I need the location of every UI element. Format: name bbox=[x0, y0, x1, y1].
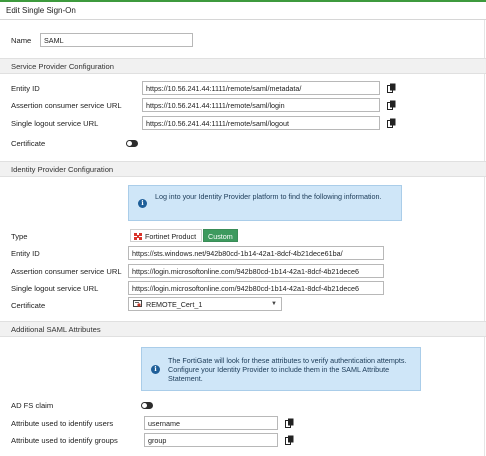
idp-slo-url-field[interactable]: https://login.microsoftonline.com/942b80… bbox=[128, 281, 384, 295]
groups-attr-copy-button[interactable] bbox=[282, 433, 296, 447]
sp-acs-url-field[interactable]: https://10.56.241.44:1111/remote/saml/lo… bbox=[142, 98, 380, 112]
sp-entity-id-label: Entity ID bbox=[11, 84, 40, 93]
type-option-fortinet[interactable]: Fortinet Product bbox=[130, 229, 202, 242]
idp-certificate-select[interactable]: REMOTE_Cert_1 ▼ bbox=[128, 297, 282, 311]
sp-certificate-label: Certificate bbox=[11, 139, 46, 148]
idp-certificate-label: Certificate bbox=[11, 301, 46, 310]
sp-slo-url-copy-button[interactable] bbox=[384, 116, 398, 130]
adfs-claim-label: AD FS claim bbox=[11, 401, 54, 410]
copy-icon bbox=[284, 418, 293, 428]
fortinet-logo-icon bbox=[134, 233, 142, 240]
info-icon: i bbox=[151, 365, 160, 374]
copy-icon bbox=[386, 83, 395, 93]
name-label: Name bbox=[11, 36, 32, 45]
right-divider bbox=[484, 20, 485, 456]
idp-entity-id-label: Entity ID bbox=[11, 249, 40, 258]
sp-section-header: Service Provider Configuration bbox=[0, 58, 486, 74]
idp-acs-url-label: Assertion consumer service URL bbox=[11, 267, 122, 276]
copy-icon bbox=[386, 100, 395, 110]
groups-attr-field[interactable]: group bbox=[144, 433, 278, 447]
idp-slo-url-label: Single logout service URL bbox=[11, 284, 99, 293]
sp-certificate-toggle[interactable] bbox=[126, 140, 138, 147]
users-attr-field[interactable]: username bbox=[144, 416, 278, 430]
sp-entity-id-field[interactable]: https://10.56.241.44:1111/remote/saml/me… bbox=[142, 81, 380, 95]
attrs-section-header: Additional SAML Attributes bbox=[0, 321, 486, 337]
users-attr-label: Attribute used to identify users bbox=[11, 419, 114, 428]
sp-acs-url-label: Assertion consumer service URL bbox=[11, 101, 122, 110]
certificate-icon bbox=[133, 300, 142, 307]
chevron-down-icon: ▼ bbox=[271, 301, 277, 307]
idp-certificate-value: REMOTE_Cert_1 bbox=[146, 299, 203, 309]
idp-section-header: Identity Provider Configuration bbox=[0, 161, 486, 177]
adfs-claim-toggle[interactable] bbox=[141, 402, 153, 409]
sp-slo-url-label: Single logout service URL bbox=[11, 119, 99, 128]
attrs-info-box: i The FortiGate will look for these attr… bbox=[141, 347, 421, 391]
attrs-info-text: The FortiGate will look for these attrib… bbox=[168, 356, 407, 383]
idp-type-label: Type bbox=[11, 232, 28, 241]
idp-entity-id-field[interactable]: https://sts.windows.net/942b80cd-1b14-42… bbox=[128, 246, 384, 260]
name-input[interactable]: SAML bbox=[40, 33, 193, 47]
idp-acs-url-field[interactable]: https://login.microsoftonline.com/942b80… bbox=[128, 264, 384, 278]
idp-info-text: Log into your Identity Provider platform… bbox=[155, 192, 382, 201]
groups-attr-label: Attribute used to identify groups bbox=[11, 436, 118, 445]
dialog-title: Edit Single Sign-On bbox=[0, 2, 486, 20]
sp-acs-url-copy-button[interactable] bbox=[384, 98, 398, 112]
users-attr-copy-button[interactable] bbox=[282, 416, 296, 430]
copy-icon bbox=[386, 118, 395, 128]
idp-info-box: i Log into your Identity Provider platfo… bbox=[128, 185, 402, 221]
info-icon: i bbox=[138, 199, 147, 208]
copy-icon bbox=[284, 435, 293, 445]
sp-entity-id-copy-button[interactable] bbox=[384, 81, 398, 95]
type-option-custom[interactable]: Custom bbox=[203, 229, 238, 242]
sp-slo-url-field[interactable]: https://10.56.241.44:1111/remote/saml/lo… bbox=[142, 116, 380, 130]
type-option-fortinet-label: Fortinet Product bbox=[145, 232, 197, 241]
